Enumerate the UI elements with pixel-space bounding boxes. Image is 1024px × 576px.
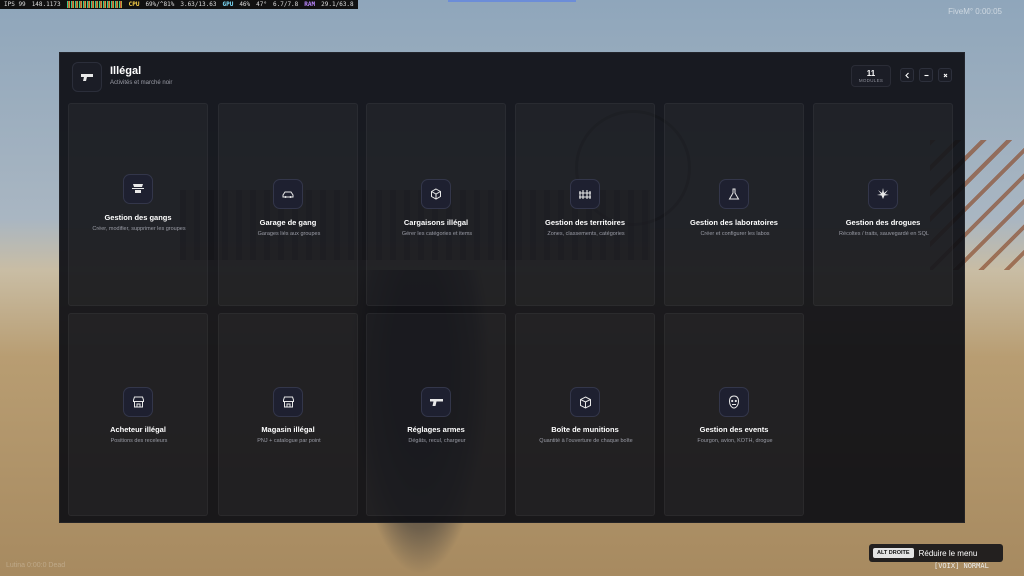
gun-icon (421, 387, 451, 417)
top-progress-bar (448, 0, 576, 2)
gpu-temp: 47° (256, 1, 267, 8)
module-card-shipments[interactable]: Cargaisons illégal Gérer les catégories … (366, 103, 506, 306)
fence-icon (570, 179, 600, 209)
module-title: Gestion des territoires (544, 218, 626, 227)
performance-hud: IPS 99 148.1173 CPU 69%/^81% 3.63/13.63 … (0, 0, 358, 9)
chevron-left-icon (904, 72, 909, 78)
module-description: Récoltes / traits, sauvegardé en SQL (839, 231, 929, 237)
module-description: Garages liés aux groupes (257, 231, 321, 237)
minimize-button[interactable] (919, 68, 933, 82)
module-description: PNJ + catalogue par point (257, 438, 321, 444)
faint-status-text: Lutina 0:00:0 Dead (6, 562, 66, 569)
module-description: Positions des receleurs (110, 438, 168, 444)
shop-icon (273, 387, 303, 417)
module-count-badge: 11 MODULES (851, 65, 891, 87)
minus-icon (924, 74, 928, 76)
ram-value: 29.1/63.8 (321, 1, 354, 8)
module-description: Dégâts, recul, chargeur (408, 438, 466, 444)
pistol-icon (72, 62, 102, 92)
module-card-illegal-shop[interactable]: Magasin illégal PNJ + catalogue par poin… (218, 313, 358, 516)
ammo-box-icon (570, 387, 600, 417)
package-icon (421, 179, 451, 209)
flask-icon (719, 179, 749, 209)
hint-text: Réduire le menu (918, 548, 978, 558)
panel-header: Illégal Activités et marché noir 11 MODU… (60, 53, 964, 101)
page-title: Illégal (110, 65, 142, 77)
module-title: Gestion des drogues (845, 218, 921, 227)
cpu-temp: 3.63/13.63 (180, 1, 217, 8)
leaf-icon (868, 179, 898, 209)
module-card-illegal-buyer[interactable]: Acheteur illégal Positions des receleurs (68, 313, 208, 516)
page-subtitle: Activités et marché noir (110, 80, 173, 86)
keybind-label: ALT DROITE (873, 548, 914, 558)
illegal-menu-panel: Illégal Activités et marché noir 11 MODU… (59, 52, 965, 523)
module-title: Acheteur illégal (110, 425, 166, 434)
module-title: Garage de gang (259, 218, 317, 227)
module-title: Magasin illégal (261, 425, 315, 434)
module-title: Gestion des gangs (104, 213, 172, 222)
module-card-ammo-box[interactable]: Boîte de munitions Quantité à l'ouvertur… (515, 313, 655, 516)
close-button[interactable] (938, 68, 952, 82)
frame-graph (66, 1, 123, 8)
close-icon (943, 73, 947, 77)
module-description: Créer et configurer les labos (700, 231, 770, 237)
ips-sub-value: 148.1173 (31, 1, 61, 8)
module-description: Créer, modifier, supprimer les groupes (92, 226, 186, 232)
voice-status: [VOIX] NORMAL (934, 562, 989, 570)
gpu-mem: 6.7/7.8 (273, 1, 299, 8)
module-title: Gestion des laboratoires (690, 218, 778, 227)
ips-value: IPS 99 (4, 1, 26, 8)
module-card-labs[interactable]: Gestion des laboratoires Créer et config… (664, 103, 804, 306)
module-title: Boîte de munitions (551, 425, 619, 434)
module-description: Zones, classements, catégories (547, 231, 625, 237)
cpu-label: CPU (128, 1, 140, 8)
module-card-drugs[interactable]: Gestion des drogues Récoltes / traits, s… (813, 103, 953, 306)
module-card-weapon-settings[interactable]: Réglages armes Dégâts, recul, chargeur (366, 313, 506, 516)
minimize-menu-hint: ALT DROITE Réduire le menu (869, 544, 1003, 562)
store-icon (123, 387, 153, 417)
module-description: Quantité à l'ouverture de chaque boîte (539, 438, 633, 444)
module-card-gangs[interactable]: Gestion des gangs Créer, modifier, suppr… (68, 103, 208, 306)
cpu-value: 69%/^81% (145, 1, 175, 8)
module-title: Gestion des events (699, 425, 769, 434)
gpu-label: GPU (222, 1, 234, 8)
gang-hat-icon (123, 174, 153, 204)
fivem-watermark: FiveM° 0:00:05 (948, 7, 1002, 16)
module-card-gang-garage[interactable]: Garage de gang Garages liés aux groupes (218, 103, 358, 306)
ram-label: RAM (304, 1, 316, 8)
module-description: Fourgon, avion, KOTH, drogue (697, 438, 773, 444)
module-card-territories[interactable]: Gestion des territoires Zones, classemen… (515, 103, 655, 306)
gpu-value: 46% (239, 1, 251, 8)
module-count: 11 (866, 69, 876, 78)
module-count-unit: MODULES (858, 78, 884, 83)
mask-icon (719, 387, 749, 417)
module-title: Cargaisons illégal (403, 218, 469, 227)
modules-grid: Gestion des gangs Créer, modifier, suppr… (68, 103, 958, 516)
back-button[interactable] (900, 68, 914, 82)
module-card-events[interactable]: Gestion des events Fourgon, avion, KOTH,… (664, 313, 804, 516)
module-title: Réglages armes (407, 425, 465, 434)
car-icon (273, 179, 303, 209)
module-description: Gérer les catégories et items (401, 231, 473, 237)
